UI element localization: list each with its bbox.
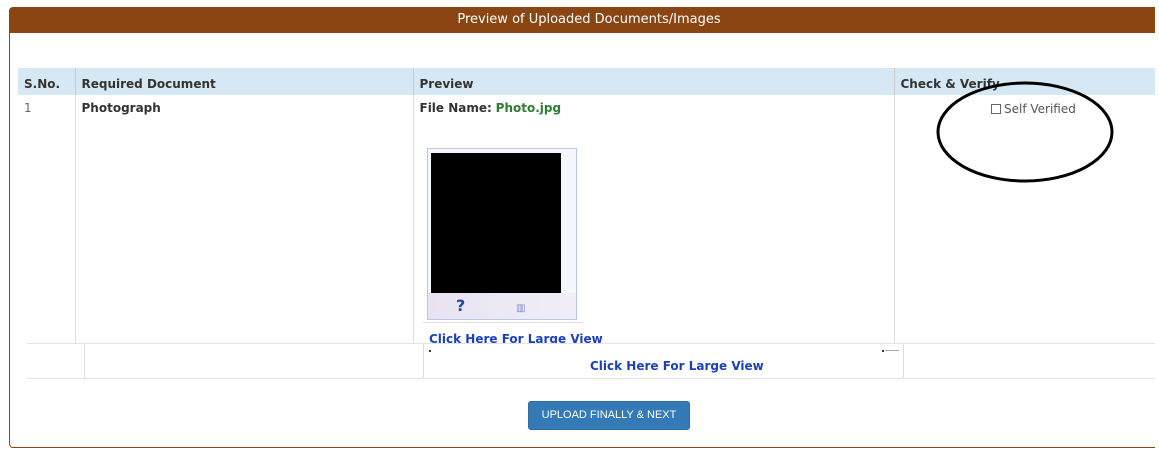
photo-thumbnail[interactable]: ? ▥ — [427, 148, 577, 320]
overlay-dash — [885, 350, 899, 351]
overlay-cell-document — [85, 344, 424, 378]
overlay-dot — [882, 350, 884, 352]
file-name-label: File Name: — [419, 101, 492, 115]
thumbnail-divider — [423, 322, 583, 323]
stamp-mark-icon: ▥ — [516, 303, 526, 314]
redacted-photo — [431, 153, 561, 293]
column-header-preview: Preview — [413, 68, 895, 95]
column-header-sno: S.No. — [18, 68, 76, 95]
row-document-name: Photograph — [75, 95, 414, 345]
overlay-table-row: Click Here For Large View — [27, 343, 1159, 379]
upload-finally-next-button[interactable]: UPLOAD FINALLY & NEXT — [528, 401, 690, 430]
right-edge — [1155, 0, 1159, 449]
row-sno: 1 — [18, 95, 76, 345]
column-header-required-document: Required Document — [75, 68, 414, 95]
overlay-dot — [429, 350, 431, 352]
file-name-value: Photo.jpg — [495, 101, 562, 115]
panel-title: Preview of Uploaded Documents/Images — [10, 8, 1159, 33]
large-view-link-secondary[interactable]: Click Here For Large View — [590, 359, 764, 373]
overlay-cell-sno — [27, 344, 85, 378]
thumbnail-stamp-strip: ? ▥ — [428, 293, 576, 319]
stamp-glyph-icon: ? — [456, 296, 466, 315]
highlight-ellipse — [936, 81, 1114, 183]
highlight-ellipse-shape — [936, 81, 1114, 183]
